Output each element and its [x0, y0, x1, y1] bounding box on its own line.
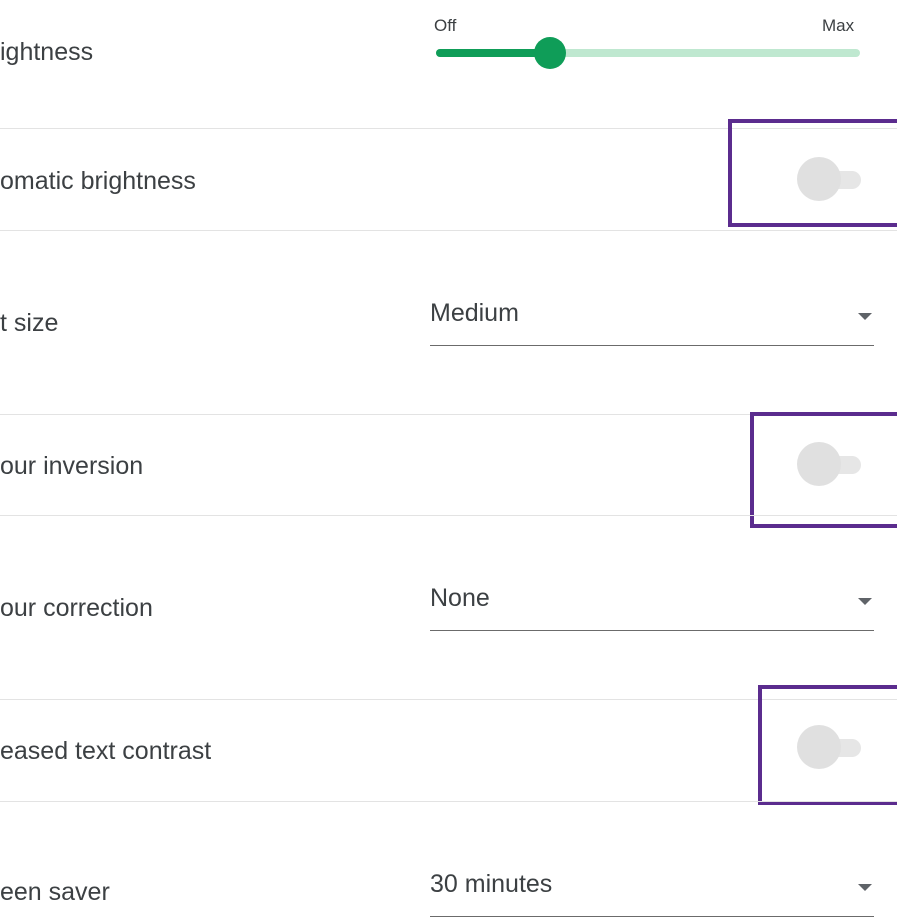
screen-saver-value: 30 minutes: [430, 870, 553, 898]
text-size-label: t size: [0, 309, 59, 337]
colour-correction-dropdown[interactable]: None: [430, 584, 874, 631]
text-contrast-label: eased text contrast: [0, 737, 212, 765]
colour-correction-label: our correction: [0, 594, 153, 622]
text-size-value: Medium: [430, 299, 519, 327]
toggle-knob: [797, 157, 841, 201]
chevron-down-icon: [858, 313, 872, 320]
colour-inversion-label: our inversion: [0, 452, 144, 480]
divider: [0, 515, 897, 516]
text-size-dropdown[interactable]: Medium: [430, 299, 874, 346]
slider-min-label: Off: [434, 16, 457, 35]
screen-saver-dropdown[interactable]: 30 minutes: [430, 870, 874, 917]
auto-brightness-toggle[interactable]: [797, 155, 867, 205]
brightness-slider-fill: [436, 49, 551, 57]
chevron-down-icon: [858, 598, 872, 605]
brightness-slider[interactable]: [436, 49, 860, 57]
divider: [0, 230, 897, 231]
toggle-knob: [797, 725, 841, 769]
toggle-knob: [797, 442, 841, 486]
brightness-label: ightness: [0, 38, 94, 66]
text-contrast-toggle[interactable]: [797, 723, 867, 773]
colour-correction-value: None: [430, 584, 490, 612]
slider-max-label: Max: [822, 16, 855, 35]
colour-inversion-toggle[interactable]: [797, 440, 867, 490]
chevron-down-icon: [858, 884, 872, 891]
auto-brightness-label: omatic brightness: [0, 167, 196, 195]
brightness-slider-thumb[interactable]: [534, 37, 567, 69]
screen-saver-label: een saver: [0, 878, 110, 906]
divider: [0, 801, 897, 802]
